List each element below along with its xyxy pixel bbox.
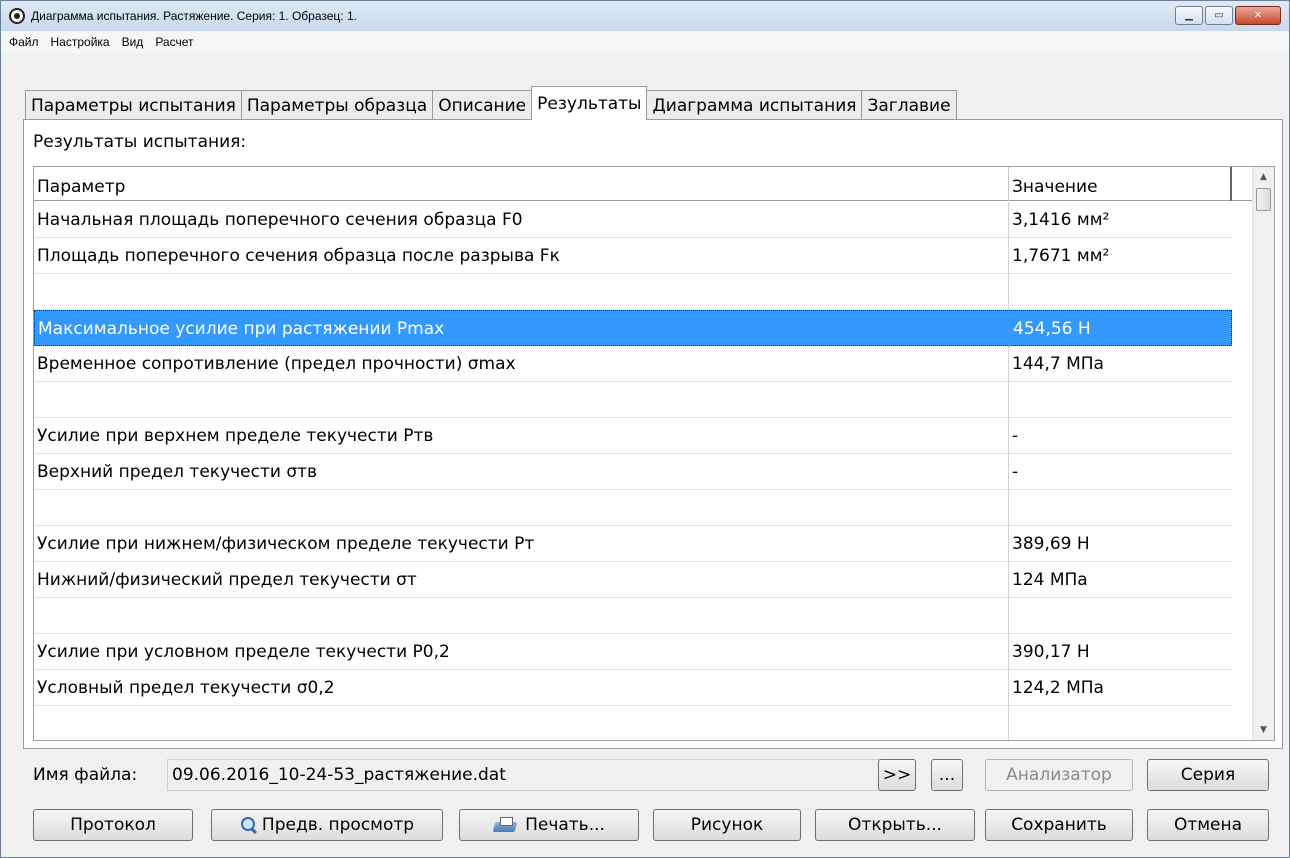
param-cell — [34, 382, 1009, 418]
vertical-scrollbar[interactable]: ▲ ▼ — [1252, 167, 1274, 740]
value-cell: 124 МПа — [1012, 570, 1088, 590]
scroll-up-icon[interactable]: ▲ — [1253, 167, 1274, 187]
tab-test-diagram[interactable]: Диаграмма испытания — [646, 90, 863, 120]
table-row[interactable]: Начальная площадь поперечного сечения об… — [34, 202, 1232, 238]
maximize-button[interactable]: ▭ — [1205, 6, 1233, 25]
menu-bar: Файл Настройка Вид Расчет — [1, 31, 1289, 53]
value-cell: 389,69 Н — [1012, 534, 1090, 554]
analyzer-button[interactable]: Анализатор — [985, 759, 1133, 791]
series-button[interactable]: Серия — [1147, 759, 1269, 791]
open-button[interactable]: Открыть... — [815, 809, 975, 841]
preview-button[interactable]: Предв. просмотр — [211, 809, 443, 841]
param-cell: Площадь поперечного сечения образца посл… — [34, 238, 1009, 274]
tab-specimen-parameters[interactable]: Параметры образца — [240, 90, 434, 120]
value-cell: - — [1012, 462, 1019, 482]
table-header: Параметр Значение — [34, 167, 1252, 201]
table-row[interactable] — [34, 706, 1232, 740]
minimize-button[interactable]: ▁ — [1175, 6, 1203, 25]
menu-calculation[interactable]: Расчет — [149, 35, 199, 49]
protocol-button[interactable]: Протокол — [33, 809, 193, 841]
value-cell: 390,17 Н — [1012, 642, 1090, 662]
menu-file[interactable]: Файл — [1, 35, 45, 49]
tab-description[interactable]: Описание — [432, 90, 533, 120]
column-header-value[interactable]: Значение — [1009, 167, 1232, 201]
param-cell: Нижний/физический предел текучести σт — [34, 562, 1009, 598]
tab-heading[interactable]: Заглавие — [861, 90, 957, 120]
results-table: Параметр Значение Начальная площадь попе… — [33, 166, 1275, 741]
param-cell: Верхний предел текучести σтв — [34, 454, 1009, 490]
value-cell: 3,1416 мм² — [1012, 210, 1110, 230]
window-controls: ▁ ▭ ✕ — [1175, 6, 1281, 25]
value-cell: 1,7671 мм² — [1012, 246, 1110, 266]
menu-view[interactable]: Вид — [116, 35, 150, 49]
results-panel: Результаты испытания: Параметр Значение … — [23, 119, 1283, 749]
value-cell — [1009, 274, 1232, 310]
param-cell — [34, 598, 1009, 634]
tab-strip: Параметры испытания Параметры образца Оп… — [25, 86, 957, 120]
param-cell: Усилие при верхнем пределе текучести Pтв — [34, 418, 1009, 454]
tab-results[interactable]: Результаты — [531, 86, 648, 120]
printer-icon — [493, 816, 519, 834]
menu-settings[interactable]: Настройка — [45, 35, 116, 49]
title-bar[interactable]: Диаграмма испытания. Растяжение. Серия: … — [1, 1, 1289, 31]
magnifier-icon — [240, 816, 258, 834]
table-row[interactable] — [34, 598, 1232, 634]
param-cell — [34, 490, 1009, 526]
value-cell: 144,7 МПа — [1012, 354, 1104, 374]
main-window: Диаграмма испытания. Растяжение. Серия: … — [0, 0, 1290, 858]
param-cell: Усилие при условном пределе текучести P0… — [34, 634, 1009, 670]
param-cell — [34, 706, 1009, 740]
table-row[interactable]: Площадь поперечного сечения образца посл… — [34, 238, 1232, 274]
table-row[interactable] — [34, 490, 1232, 526]
table-row[interactable]: Условный предел текучести σ0,2 124,2 МПа — [34, 670, 1232, 706]
table-row[interactable]: Нижний/физический предел текучести σт 124… — [34, 562, 1232, 598]
table-row[interactable]: Усилие при нижнем/физическом пределе тек… — [34, 526, 1232, 562]
param-cell: Максимальное усилие при растяжении Pmax — [35, 311, 1010, 347]
param-cell — [34, 274, 1009, 310]
preview-button-label: Предв. просмотр — [261, 815, 415, 835]
print-button-label: Печать... — [525, 815, 605, 835]
picture-button[interactable]: Рисунок — [653, 809, 801, 841]
next-button[interactable]: >> — [878, 759, 916, 791]
cancel-button[interactable]: Отмена — [1147, 809, 1269, 841]
scroll-down-icon[interactable]: ▼ — [1253, 720, 1274, 740]
table-row[interactable] — [34, 382, 1232, 418]
scroll-thumb[interactable] — [1256, 188, 1271, 211]
value-cell: 454,56 Н — [1013, 319, 1091, 339]
param-cell: Начальная площадь поперечного сечения об… — [34, 202, 1009, 238]
file-name-label: Имя файла: — [33, 765, 138, 785]
column-header-param[interactable]: Параметр — [34, 167, 1009, 201]
table-row[interactable]: Усилие при верхнем пределе текучести Pтв… — [34, 418, 1232, 454]
table-body: Начальная площадь поперечного сечения об… — [34, 202, 1232, 740]
file-row: Имя файла: 09.06.2016_10-24-53_растяжени… — [33, 757, 901, 793]
table-row[interactable]: Максимальное усилие при растяжении Pmax 4… — [34, 310, 1232, 347]
table-row[interactable] — [34, 274, 1232, 310]
app-icon — [9, 8, 25, 24]
value-cell: - — [1012, 426, 1019, 446]
value-cell — [1009, 706, 1232, 740]
value-cell: 124,2 МПа — [1012, 678, 1104, 698]
value-cell — [1009, 598, 1232, 634]
save-button[interactable]: Сохранить — [985, 809, 1133, 841]
param-cell: Условный предел текучести σ0,2 — [34, 670, 1009, 706]
print-button[interactable]: Печать... — [459, 809, 639, 841]
close-button[interactable]: ✕ — [1235, 6, 1281, 25]
results-label: Результаты испытания: — [33, 132, 247, 152]
file-name-field[interactable]: 09.06.2016_10-24-53_растяжение.dat — [167, 759, 901, 791]
window-title: Диаграмма испытания. Растяжение. Серия: … — [31, 9, 357, 23]
browse-button[interactable]: ... — [931, 759, 963, 791]
value-cell — [1009, 490, 1232, 526]
table-row[interactable]: Усилие при условном пределе текучести P0… — [34, 634, 1232, 670]
table-row[interactable]: Верхний предел текучести σтв - — [34, 454, 1232, 490]
tab-test-parameters[interactable]: Параметры испытания — [25, 90, 242, 120]
param-cell: Временное сопротивление (предел прочност… — [34, 346, 1009, 382]
param-cell: Усилие при нижнем/физическом пределе тек… — [34, 526, 1009, 562]
table-row[interactable]: Временное сопротивление (предел прочност… — [34, 346, 1232, 382]
value-cell — [1009, 382, 1232, 418]
